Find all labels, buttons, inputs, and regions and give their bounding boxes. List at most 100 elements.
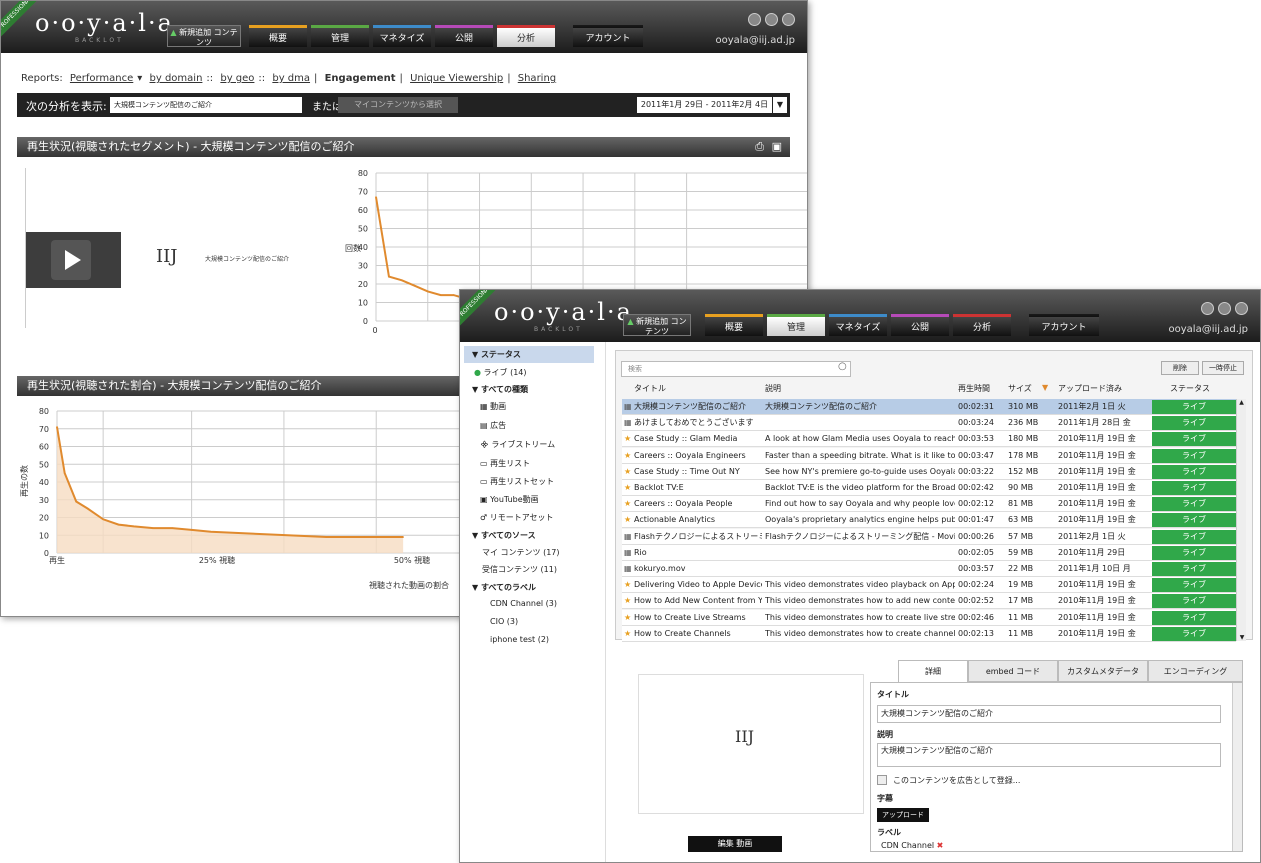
nav-publish[interactable]: 公開 xyxy=(435,25,493,47)
nav-monetize[interactable]: マネタイズ xyxy=(373,25,431,47)
col-description[interactable]: 説明 xyxy=(765,383,781,394)
star-icon[interactable]: ★ xyxy=(624,431,631,447)
nav-monetize-2[interactable]: マネタイズ xyxy=(829,314,887,336)
report-unique-viewership[interactable]: Unique Viewership xyxy=(410,73,503,84)
pause-button[interactable]: 一時停止 xyxy=(1202,361,1244,375)
table-row[interactable]: ▦ あけましておめでとうございます 00:03:24 236 MB 2011年1月 28… xyxy=(622,415,1236,432)
sidebar-item-playlist-set[interactable]: ▭ 再生リストセット xyxy=(480,476,554,487)
nav-account-2[interactable]: アカウント xyxy=(1029,314,1099,336)
sidebar-item-my-content[interactable]: マイ コンテンツ (17) xyxy=(482,547,560,558)
logout-icon-2[interactable] xyxy=(1235,302,1248,315)
nav-analyze-2[interactable]: 分析 xyxy=(953,314,1011,336)
table-row[interactable]: ★ How to Create Channels This video demons… xyxy=(622,625,1236,642)
help-icon-2[interactable] xyxy=(1201,302,1214,315)
star-icon[interactable]: ★ xyxy=(624,577,631,593)
table-row[interactable]: ▦FlashテクノロジーによるストリーミングFlashテクノロジーによるストリー… xyxy=(622,528,1236,545)
star-icon[interactable]: ★ xyxy=(624,626,631,642)
star-icon[interactable]: ★ xyxy=(624,464,631,480)
analyze-content-input[interactable]: 大規模コンテンツ配信のご紹介 xyxy=(110,97,302,113)
star-icon[interactable]: ★ xyxy=(624,480,631,496)
scroll-up-icon[interactable]: ▲ xyxy=(1237,399,1246,406)
upload-button[interactable]: アップロード xyxy=(877,808,929,822)
settings-icon-2[interactable] xyxy=(1218,302,1231,315)
star-icon[interactable]: ★ xyxy=(624,448,631,464)
select-content-button[interactable]: マイコンテンツから選択 xyxy=(338,97,458,113)
sort-desc-icon[interactable]: ▼ xyxy=(1042,383,1048,392)
col-uploaded[interactable]: アップロード済み xyxy=(1058,383,1122,394)
video-player[interactable]: IIJ 大規模コンテンツ配信のご紹介 xyxy=(26,232,329,288)
col-title[interactable]: タイトル xyxy=(634,383,666,394)
date-range-field[interactable]: 2011年1月 29日 - 2011年2月 4日 xyxy=(637,97,772,113)
star-icon[interactable]: ★ xyxy=(624,593,631,609)
sidebar-all-sources-header[interactable]: ▼ すべてのソース xyxy=(472,530,536,541)
sidebar-all-types-header[interactable]: ▼ すべての種類 xyxy=(472,384,528,395)
report-by-geo[interactable]: by geo xyxy=(220,73,254,84)
tab-details[interactable]: 詳細 xyxy=(898,660,968,682)
search-icon[interactable]: ○ xyxy=(838,361,847,372)
print-icon[interactable]: ⎙ xyxy=(755,137,764,157)
sidebar-item-youtube[interactable]: ▣ YouTube動画 xyxy=(480,494,539,505)
tab-custom-metadata[interactable]: カスタムメタデータ xyxy=(1058,660,1148,682)
star-icon[interactable]: ★ xyxy=(624,496,631,512)
settings-icon[interactable] xyxy=(765,13,778,26)
nav-overview[interactable]: 概要 xyxy=(249,25,307,47)
nav-overview-2[interactable]: 概要 xyxy=(705,314,763,336)
sidebar-item-label-cio[interactable]: CIO (3) xyxy=(490,617,518,626)
table-row[interactable]: ★ Actionable Analytics Ooyala's proprietar… xyxy=(622,512,1236,529)
detail-scrollbar[interactable] xyxy=(1232,683,1242,851)
nav-manage[interactable]: 管理 xyxy=(311,25,369,47)
nav-account[interactable]: アカウント xyxy=(573,25,643,47)
table-row[interactable]: ★ Backlot TV:E Backlot TV:E is the video p… xyxy=(622,480,1236,496)
search-input[interactable]: 検索 xyxy=(621,361,851,377)
help-icon[interactable] xyxy=(748,13,761,26)
report-performance[interactable]: Performance xyxy=(70,73,133,84)
table-row[interactable]: ★ Delivering Video to Apple Devices This v… xyxy=(622,577,1236,594)
star-icon[interactable]: ★ xyxy=(624,610,631,626)
title-input[interactable]: 大規模コンテンツ配信のご紹介 xyxy=(877,705,1221,723)
video-icon[interactable]: ▦ xyxy=(624,399,632,415)
date-dropdown-icon[interactable]: ▼ xyxy=(773,97,787,113)
logout-icon[interactable] xyxy=(782,13,795,26)
dropdown-chevron-icon[interactable]: ▾ xyxy=(137,73,142,84)
video-icon[interactable]: ▦ xyxy=(624,561,632,577)
play-button[interactable] xyxy=(51,240,91,280)
table-row[interactable]: ▦ kokuryo.mov 00:03:57 22 MB 2011年1月 10日 月 ライ… xyxy=(622,561,1236,577)
nav-add-content-2[interactable]: ▲ 新規追加 コンテンツ xyxy=(623,314,691,336)
table-row[interactable]: ★ Careers :: Ooyala People Find out how to… xyxy=(622,496,1236,513)
edit-video-button[interactable]: 編集 動画 xyxy=(688,836,782,852)
video-icon[interactable]: ▦ xyxy=(624,415,632,431)
table-row[interactable]: ★ How to Add New Content from Yo This vide… xyxy=(622,593,1236,610)
report-sharing[interactable]: Sharing xyxy=(518,73,556,84)
sidebar-item-live[interactable]: ● ライブ (14) xyxy=(474,367,527,378)
sidebar-item-label-iphone[interactable]: iphone test (2) xyxy=(490,635,549,644)
tab-embed-code[interactable]: embed コード xyxy=(968,660,1058,682)
sidebar-item-video[interactable]: ▦ 動画 xyxy=(480,401,506,412)
table-row[interactable]: ▦ 大規模コンテンツ配信のご紹介 大規模コンテンツ配信のご紹介 00:02:31 310… xyxy=(622,399,1236,415)
report-by-domain[interactable]: by domain xyxy=(150,73,203,84)
description-textarea[interactable]: 大規模コンテンツ配信のご紹介 xyxy=(877,743,1221,767)
report-engagement[interactable]: Engagement xyxy=(325,73,396,84)
sidebar-item-livestream[interactable]: ᯽ ライブストリーム xyxy=(480,439,555,450)
video-icon[interactable]: ▦ xyxy=(624,545,632,561)
nav-manage-2[interactable]: 管理 xyxy=(767,314,825,336)
save-icon[interactable]: ▣ xyxy=(772,137,782,157)
remove-label-icon[interactable]: ✖ xyxy=(937,841,944,850)
table-scrollbar[interactable]: ▲ ▼ xyxy=(1236,399,1246,641)
delete-button[interactable]: 削除 xyxy=(1161,361,1199,375)
sidebar-item-playlist[interactable]: ▭ 再生リスト xyxy=(480,458,530,469)
tab-encoding[interactable]: エンコーディング xyxy=(1148,660,1243,682)
scroll-down-icon[interactable]: ▼ xyxy=(1237,634,1247,641)
sidebar-item-received-content[interactable]: 受信コンテンツ (11) xyxy=(482,564,557,575)
star-icon[interactable]: ★ xyxy=(624,512,631,528)
ad-checkbox[interactable] xyxy=(877,775,887,785)
sidebar-item-label-cdn[interactable]: CDN Channel (3) xyxy=(490,599,557,608)
nav-add-content[interactable]: ▲ 新規追加 コンテンツ xyxy=(167,25,241,47)
video-icon[interactable]: ▦ xyxy=(624,529,632,545)
table-row[interactable]: ★ Careers :: Ooyala Engineers Faster than … xyxy=(622,447,1236,464)
col-status[interactable]: ステータス xyxy=(1170,383,1210,394)
nav-publish-2[interactable]: 公開 xyxy=(891,314,949,336)
table-row[interactable]: ▦ Rio 00:02:05 59 MB 2010年11月 29日 ライブ xyxy=(622,544,1236,561)
table-row[interactable]: ★ Case Study :: Glam Media A look at how G… xyxy=(622,431,1236,448)
sidebar-status-header[interactable]: ▼ ステータス xyxy=(464,346,594,363)
sidebar-all-labels-header[interactable]: ▼ すべてのラベル xyxy=(472,582,536,593)
